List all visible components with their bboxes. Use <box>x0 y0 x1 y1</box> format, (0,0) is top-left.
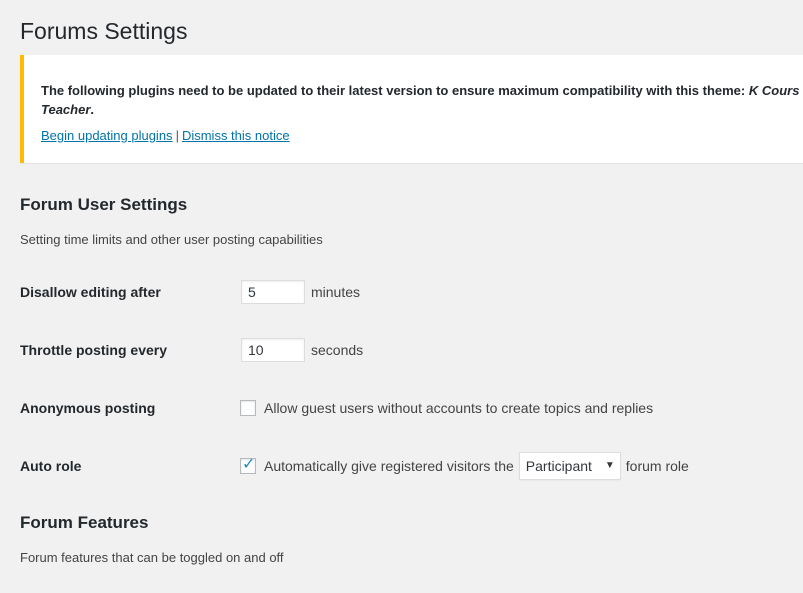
plugin-update-notice: The following plugins need to be updated… <box>20 55 803 163</box>
features-heading: Forum Features <box>20 513 149 532</box>
anonymous-field: Allow guest users without accounts to cr… <box>240 398 653 418</box>
auto-role-field: ✓ Automatically give registered visitors… <box>240 452 689 480</box>
anonymous-label: Anonymous posting <box>20 400 156 416</box>
dismiss-notice-link[interactable]: Dismiss this notice <box>182 128 290 143</box>
settings-page: Forums Settings The following plugins ne… <box>0 0 803 593</box>
edit-lock-unit: minutes <box>311 284 361 300</box>
page-title: Forums Settings <box>20 18 188 44</box>
forum-role-selected: Participant <box>525 458 592 474</box>
anonymous-checkbox-text: Allow guest users without accounts to cr… <box>264 400 654 416</box>
auto-role-label: Auto role <box>20 458 82 474</box>
notice-link-separator: | <box>175 128 179 143</box>
notice-message: The following plugins need to be updated… <box>41 81 803 119</box>
dropdown-arrow-icon: ▼ <box>604 460 615 471</box>
user-settings-description: Setting time limits and other user posti… <box>20 232 323 247</box>
throttle-unit: seconds <box>311 342 364 358</box>
notice-plugin-name-cont: Teacher <box>41 102 91 117</box>
auto-role-text-after: forum role <box>625 458 689 474</box>
notice-actions: Begin updating plugins | Dismiss this noti… <box>41 126 290 145</box>
edit-lock-label: Disallow editing after <box>20 284 161 300</box>
notice-plugin-name: K Cours <box>748 83 800 98</box>
notice-message-text: The following plugins need to be updated… <box>41 83 749 98</box>
features-description: Forum features that can be toggled on an… <box>20 550 284 565</box>
forum-role-select[interactable]: Participant ▼ <box>518 452 621 480</box>
notice-message-end: . <box>90 102 95 117</box>
throttle-field: seconds <box>241 338 363 362</box>
checkmark-icon: ✓ <box>242 456 256 473</box>
auto-role-checkbox[interactable]: ✓ <box>240 456 256 474</box>
edit-lock-field: minutes <box>241 280 360 304</box>
edit-lock-input[interactable] <box>241 280 305 304</box>
user-settings-heading: Forum User Settings <box>20 195 188 214</box>
anonymous-checkbox[interactable] <box>240 400 256 416</box>
throttle-input[interactable] <box>241 338 305 362</box>
auto-role-text-before: Automatically give registered visitors t… <box>264 458 514 474</box>
throttle-label: Throttle posting every <box>20 342 168 358</box>
begin-updating-plugins-link[interactable]: Begin updating plugins <box>41 128 173 143</box>
